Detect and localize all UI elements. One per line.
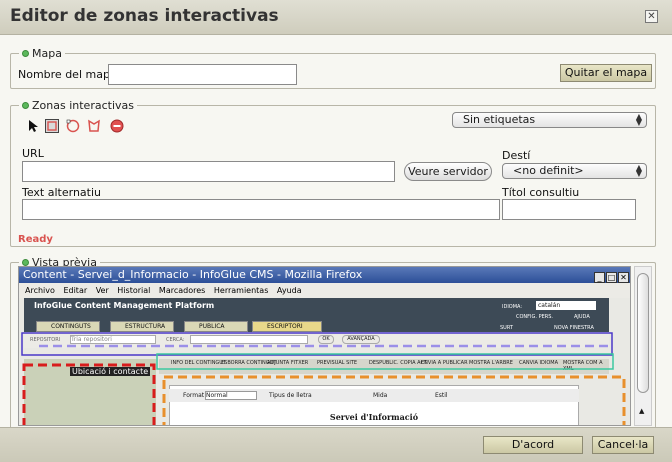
select-arrows-icon: ▲ ▼: [635, 163, 642, 178]
bullet-icon: [22, 50, 29, 57]
alt-text-input[interactable]: [22, 199, 500, 220]
preview-image[interactable]: Content - Servei_d_Informacio - InfoGlue…: [18, 266, 631, 426]
zonas-legend: Zonas interactivas: [19, 99, 137, 112]
select-arrows-icon: ▲ ▼: [635, 112, 642, 127]
map-name-label: Nombre del mapa: [18, 68, 117, 81]
dialog-body: Mapa Nombre del mapa Quitar el mapa Zona…: [0, 35, 672, 436]
tooltip-title-label: Títol consultiu: [502, 186, 580, 199]
bullet-icon: [22, 102, 29, 109]
scrollbar-thumb[interactable]: [637, 273, 649, 393]
labels-select[interactable]: Sin etiquetas ▲ ▼: [452, 112, 647, 128]
close-icon[interactable]: ✕: [645, 10, 658, 23]
preview-zone-overlays: [21, 332, 626, 425]
url-label: URL: [22, 147, 44, 160]
zone-rect-blue: [21, 332, 613, 356]
dialog-titlebar: Editor de zonas interactivas ✕: [0, 0, 672, 35]
zone-rect-orange: [162, 375, 626, 425]
remove-map-button[interactable]: Quitar el mapa: [560, 64, 652, 82]
rectangle-tool-icon[interactable]: [45, 119, 59, 133]
accept-button[interactable]: D'acord: [483, 436, 583, 454]
cancel-button[interactable]: Cancel·la: [592, 436, 654, 454]
scroll-up-icon[interactable]: ▲: [639, 407, 644, 415]
browse-server-button[interactable]: Veure servidor: [404, 162, 492, 181]
target-label: Destí: [502, 149, 531, 162]
polygon-tool-icon[interactable]: [87, 119, 101, 133]
preview-scrollbar[interactable]: ▲: [634, 266, 652, 426]
alt-text-label: Text alternatiu: [22, 186, 102, 199]
map-name-input[interactable]: [108, 64, 297, 85]
bullet-icon: [22, 259, 29, 266]
status-text: Ready: [18, 234, 53, 245]
url-input[interactable]: [22, 161, 395, 182]
pointer-tool-icon[interactable]: [26, 119, 40, 133]
dialog-button-bar: D'acord Cancel·la: [0, 427, 672, 462]
tooltip-title-input[interactable]: [502, 199, 636, 220]
circle-tool-icon[interactable]: [66, 119, 80, 133]
dialog-title: Editor de zonas interactivas: [10, 6, 279, 26]
delete-zone-icon[interactable]: [110, 119, 124, 133]
zone-rect-teal: [156, 353, 614, 370]
zone-rect-red: [22, 363, 156, 425]
target-select[interactable]: <no definit> ▲ ▼: [502, 163, 647, 179]
mapa-legend: Mapa: [19, 47, 65, 60]
